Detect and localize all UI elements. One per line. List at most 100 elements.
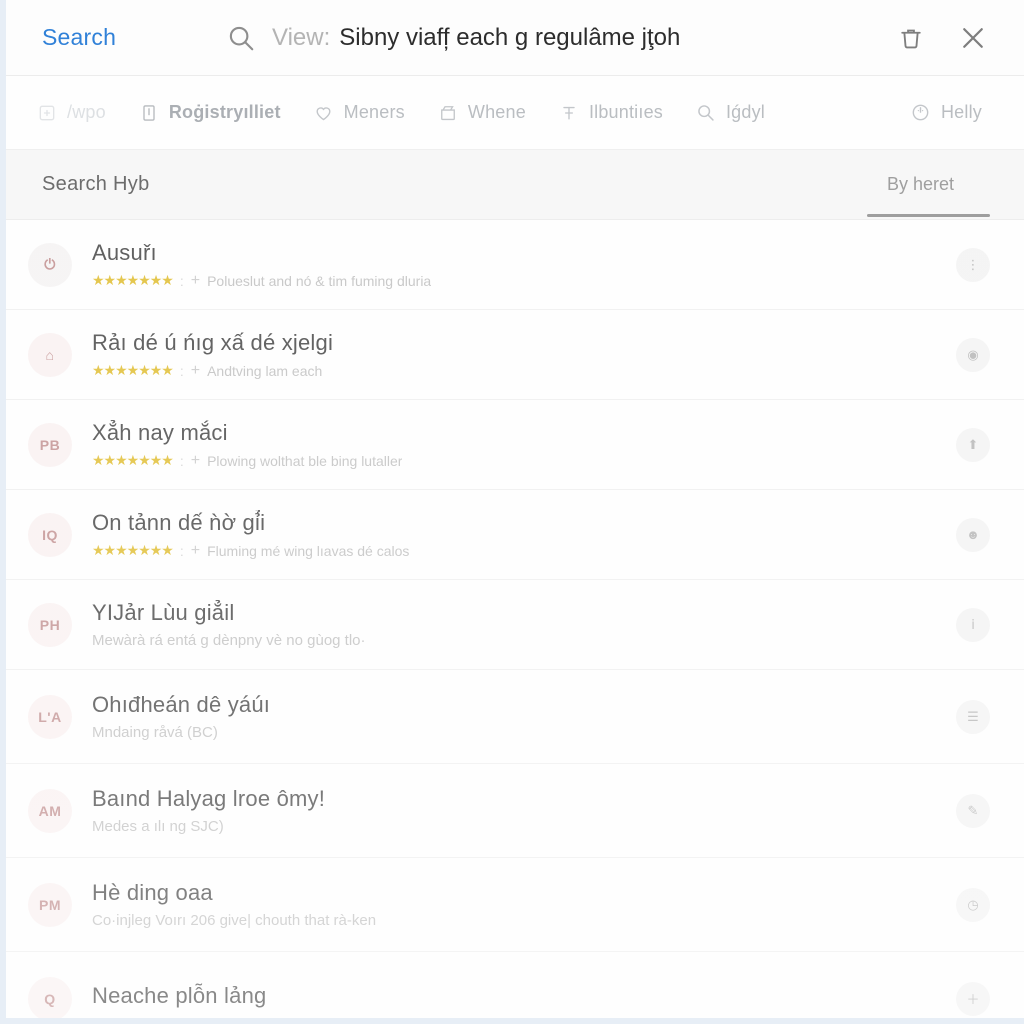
avatar: PB [28, 422, 72, 467]
list-item-body: Xẳh nay mắci ★★★★★★★ : + Plowing wolthat… [92, 420, 940, 469]
upload-icon[interactable]: ⬆ [956, 427, 990, 462]
list-item-title: Xẳh nay mắci [92, 420, 228, 445]
close-icon[interactable] [956, 21, 990, 55]
list-item-body: Baınd Halyag lroe ômy! Medes a ılı ng SJ… [92, 786, 940, 835]
list-item[interactable]: PH YIJảr Lùu giẳil Mewàrà rá entá g dènp… [6, 580, 1024, 670]
subtitle-separator: : [179, 452, 184, 469]
list-item[interactable]: ⌂ Rảı dé ú ńıg xấ dé xjelgi ★★★★★★★ : + … [6, 310, 1024, 400]
list-item-title: Ohıđheán dê yáúı [92, 692, 271, 717]
more-icon[interactable]: ⋮ [956, 247, 990, 282]
list-item-body: YIJảr Lùu giẳil Mewàrà rá entá g dènpny … [92, 600, 940, 649]
nav-item-label: /wpo [67, 102, 106, 122]
rating-stars: ★★★★★★★ [92, 542, 174, 558]
list-item-title: Neache plỗn lảng [92, 982, 267, 1008]
clock-icon[interactable]: ◷ [956, 887, 990, 922]
search-value: Sibny viaff̦ each g regulâme jţoh [339, 23, 681, 51]
list-item-subtitle: Mewàrà rá entá g dènpny vè no gùog tlo· [92, 632, 940, 649]
list-item-title: Rảı dé ú ńıg xấ dé xjelgi [92, 330, 334, 355]
page-title: Search Hyb [42, 173, 150, 195]
nav-item-registry[interactable]: Roġistryılliet [122, 102, 297, 124]
nav-item-label: Roġistryılliet [168, 102, 281, 122]
nav-item-label: Whene [467, 102, 526, 122]
list-item-body: Hè ding oaa Co·injleg Voırı 206 gіve| ch… [92, 880, 940, 929]
nav-item-ilbunties[interactable]: Ilbuntiıes [542, 102, 679, 124]
nav-item-wpo[interactable]: /wpo [20, 102, 122, 124]
list-item[interactable]: ⏻ Ausuřı ★★★★★★★ : + Polueslut and nó & … [6, 220, 1024, 310]
list-item-subtitle: Medes a ılı ng SJC) [92, 818, 940, 835]
edit-icon[interactable]: ✎ [956, 793, 990, 828]
search-results-list: ⏻ Ausuřı ★★★★★★★ : + Polueslut and nó & … [6, 220, 1024, 1018]
avatar: L'A [28, 694, 72, 739]
add-icon[interactable]: ＋ [956, 981, 990, 1016]
nav-bar: /wpo Roġistryılliet Meners Whene Ilbunti… [6, 76, 1024, 150]
nav-item-idyl[interactable]: Iǵdyl [679, 102, 781, 124]
nav-item-label: Helly [940, 102, 982, 122]
topbar-actions [894, 21, 1002, 55]
list-item-subtitle: ★★★★★★★ : + Andtving lam each [92, 362, 940, 379]
archive-icon [437, 102, 459, 124]
list-item[interactable]: PM Hè ding oaa Co·injleg Voırı 206 gіve|… [6, 858, 1024, 952]
list-item[interactable]: IQ On tảnn dế ǹờ gỉ̉i ★★★★★★★ : + Flumin… [6, 490, 1024, 580]
subtitle-separator: : [179, 272, 184, 289]
nav-item-meners[interactable]: Meners [297, 102, 421, 124]
list-item-title: Hè ding oaa [92, 880, 213, 905]
section-tabs: By heret [853, 174, 990, 217]
subtitle-separator: : [179, 362, 184, 379]
top-search-bar: Search View: Sibny viaff̦ each g regulâm… [6, 0, 1024, 76]
list-item-body: Ohıđheán dê yáúı Mndaing råvá (BC) [92, 692, 940, 741]
list-item[interactable]: PB Xẳh nay mắci ★★★★★★★ : + Plowing wolt… [6, 400, 1024, 490]
list-item-body: Neache plỗn lảng [92, 983, 940, 1015]
nav-item-label: Iǵdyl [725, 102, 766, 122]
subtitle-text: Mndaing råvá (BC) [92, 724, 218, 741]
list-item[interactable]: AM Baınd Halyag lroe ômy! Medes a ılı ng… [6, 764, 1024, 858]
nav-item-label: Ilbuntiıes [588, 102, 663, 122]
list-item-title: Ausuřı [92, 240, 157, 265]
list-item-body: Rảı dé ú ńıg xấ dé xjelgi ★★★★★★★ : + An… [92, 330, 940, 379]
rating-stars: ★★★★★★★ [92, 452, 174, 468]
cross-t-icon [558, 102, 580, 124]
trash-icon[interactable] [894, 21, 928, 55]
list-item-title: On tảnn dế ǹờ gỉ̉i [92, 510, 266, 535]
avatar: ⌂ [28, 332, 72, 377]
avatar: AM [28, 788, 72, 833]
list-item-subtitle: Mndaing råvá (BC) [92, 724, 940, 741]
search-prefix-label: View: [272, 23, 331, 51]
list-item-subtitle: ★★★★★★★ : + Fluming mé wing lıavas dé ca… [92, 542, 940, 559]
subtitle-text: Plowing wolthat ble bing lutaller [207, 452, 403, 469]
book-icon [138, 102, 160, 124]
list-item-subtitle: ★★★★★★★ : + Polueslut and nó & tim fumin… [92, 272, 940, 289]
search-link[interactable]: Search [6, 24, 226, 51]
add-panel-icon [36, 102, 58, 124]
plus-icon: + [190, 272, 201, 289]
app-window: Search View: Sibny viaff̦ each g regulâm… [0, 0, 1024, 1024]
search-input[interactable]: View: Sibny viaff̦ each g regulâme jţoh [226, 23, 894, 53]
plus-icon: + [190, 452, 201, 469]
tab-by-heret[interactable]: By heret [887, 174, 954, 194]
plus-icon: + [190, 362, 201, 379]
search-icon [695, 102, 717, 124]
search-text: View: Sibny viaff̦ each g regulâme jţoh [272, 24, 680, 52]
list-item-title: Baınd Halyag lroe ômy! [92, 786, 326, 811]
list-icon[interactable]: ☰ [956, 699, 990, 734]
list-item-body: On tảnn dế ǹờ gỉ̉i ★★★★★★★ : + Fluming m… [92, 510, 940, 559]
search-icon [226, 23, 256, 53]
subtitle-text: Mewàrà rá entá g dènpny vè no gùog tlo· [92, 632, 366, 649]
list-item-body: Ausuřı ★★★★★★★ : + Polueslut and nó & ti… [92, 240, 940, 289]
nav-item-helly[interactable]: Helly [894, 102, 998, 124]
avatar: PH [28, 602, 72, 647]
list-item[interactable]: L'A Ohıđheán dê yáúı Mndaing råvá (BC) ☰ [6, 670, 1024, 764]
subtitle-text: Polueslut and nó & tim fuming dluria [207, 272, 432, 289]
info-icon[interactable]: ⅰ [956, 607, 990, 642]
pin-icon[interactable]: ◉ [956, 337, 990, 372]
rating-stars: ★★★★★★★ [92, 272, 174, 288]
heart-icon [313, 102, 335, 124]
person-icon[interactable]: ☻ [956, 517, 990, 552]
nav-item-whene[interactable]: Whene [421, 102, 542, 124]
power-clock-icon [910, 102, 932, 124]
rating-stars: ★★★★★★★ [92, 362, 174, 378]
avatar: IQ [28, 512, 72, 557]
list-item-subtitle: Co·injleg Voırı 206 gіve| chouth that rà… [92, 912, 940, 929]
tab-active-underline [866, 214, 990, 217]
list-item[interactable]: Q Neache plỗn lảng ＋ [6, 952, 1024, 1018]
subtitle-separator: : [179, 542, 184, 559]
